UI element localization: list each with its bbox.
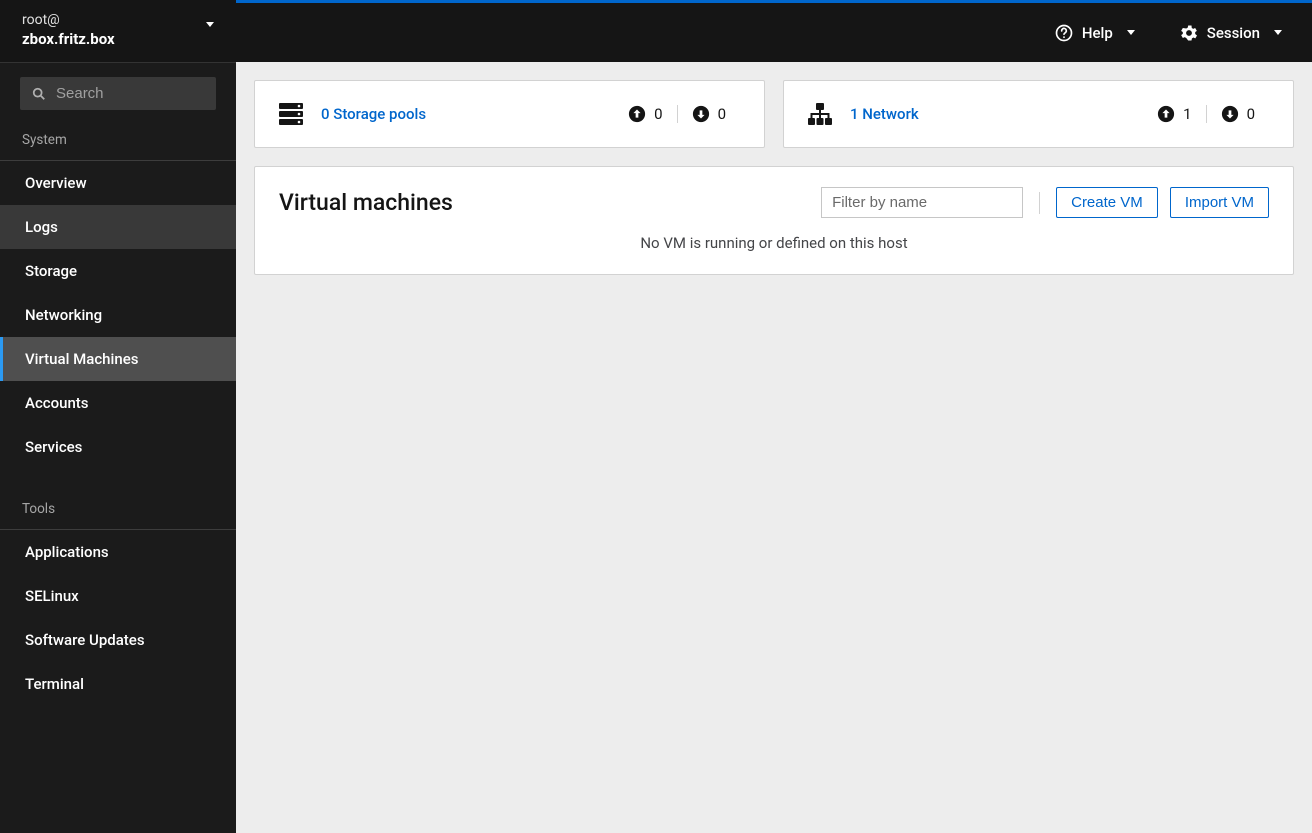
chevron-down-icon [206, 22, 214, 27]
spacer [0, 469, 236, 489]
storage-down-stat: 0 [677, 105, 740, 123]
host-switcher[interactable]: root@ zbox.fritz.box [0, 0, 236, 63]
network-down-value: 0 [1247, 105, 1255, 123]
arrow-down-circle-icon [692, 105, 710, 123]
help-label: Help [1082, 24, 1113, 42]
storage-pools-link[interactable]: 0 Storage pools [321, 105, 426, 123]
page-title: Virtual machines [279, 189, 453, 216]
session-menu[interactable]: Session [1171, 17, 1290, 49]
summary-cards-row: 0 Storage pools 0 0 [254, 80, 1294, 148]
storage-up-stat: 0 [614, 105, 676, 123]
vm-panel: Virtual machines Create VM Import VM No … [254, 166, 1294, 275]
sidebar-section-tools: Tools Applications SELinux Software Upda… [0, 489, 236, 706]
search-container [0, 63, 236, 120]
chevron-down-icon [1274, 30, 1282, 35]
divider [1039, 192, 1040, 214]
sidebar-item-selinux[interactable]: SELinux [0, 574, 236, 618]
network-up-value: 1 [1183, 105, 1191, 123]
vm-panel-header: Virtual machines Create VM Import VM [255, 167, 1293, 226]
host-user: root@ [22, 12, 115, 28]
sidebar-item-storage[interactable]: Storage [0, 249, 236, 293]
host-label: root@ zbox.fritz.box [22, 12, 115, 48]
section-label: Tools [0, 489, 236, 527]
storage-down-value: 0 [718, 105, 726, 123]
vm-panel-actions: Create VM Import VM [821, 187, 1269, 218]
sidebar-item-services[interactable]: Services [0, 425, 236, 469]
session-label: Session [1207, 24, 1260, 42]
content-area: 0 Storage pools 0 0 [236, 62, 1312, 833]
storage-icon [279, 103, 303, 125]
sidebar-section-system: System Overview Logs Storage Networking … [0, 120, 236, 469]
search-box[interactable] [20, 77, 216, 110]
storage-pools-card: 0 Storage pools 0 0 [254, 80, 765, 148]
sidebar-item-applications[interactable]: Applications [0, 530, 236, 574]
chevron-down-icon [1127, 30, 1135, 35]
sidebar-item-software-updates[interactable]: Software Updates [0, 618, 236, 662]
sidebar-item-overview[interactable]: Overview [0, 161, 236, 205]
network-link[interactable]: 1 Network [850, 105, 919, 123]
filter-input[interactable] [821, 187, 1023, 218]
arrow-up-circle-icon [628, 105, 646, 123]
help-menu[interactable]: Help [1046, 17, 1143, 49]
topbar: Help Session [236, 0, 1312, 62]
gear-icon [1179, 23, 1199, 43]
vm-empty-message: No VM is running or defined on this host [255, 226, 1293, 274]
card-left: 0 Storage pools [279, 103, 426, 125]
search-icon [32, 87, 46, 101]
card-stats: 1 0 [1143, 105, 1269, 123]
section-label: System [0, 120, 236, 158]
network-card: 1 Network 1 0 [783, 80, 1294, 148]
storage-up-value: 0 [654, 105, 662, 123]
sidebar: root@ zbox.fritz.box System Overview Log… [0, 0, 236, 833]
help-icon [1054, 23, 1074, 43]
create-vm-button[interactable]: Create VM [1056, 187, 1158, 218]
import-vm-button[interactable]: Import VM [1170, 187, 1269, 218]
sidebar-item-logs[interactable]: Logs [0, 205, 236, 249]
main-column: Help Session 0 Storage pools [236, 0, 1312, 833]
sidebar-item-accounts[interactable]: Accounts [0, 381, 236, 425]
card-stats: 0 0 [614, 105, 740, 123]
card-left: 1 Network [808, 103, 919, 125]
network-icon [808, 103, 832, 125]
search-input[interactable] [56, 85, 236, 102]
host-name: zbox.fritz.box [22, 30, 115, 48]
arrow-up-circle-icon [1157, 105, 1175, 123]
sidebar-item-networking[interactable]: Networking [0, 293, 236, 337]
network-down-stat: 0 [1206, 105, 1269, 123]
network-up-stat: 1 [1143, 105, 1205, 123]
sidebar-item-terminal[interactable]: Terminal [0, 662, 236, 706]
arrow-down-circle-icon [1221, 105, 1239, 123]
sidebar-item-virtual-machines[interactable]: Virtual Machines [0, 337, 236, 381]
